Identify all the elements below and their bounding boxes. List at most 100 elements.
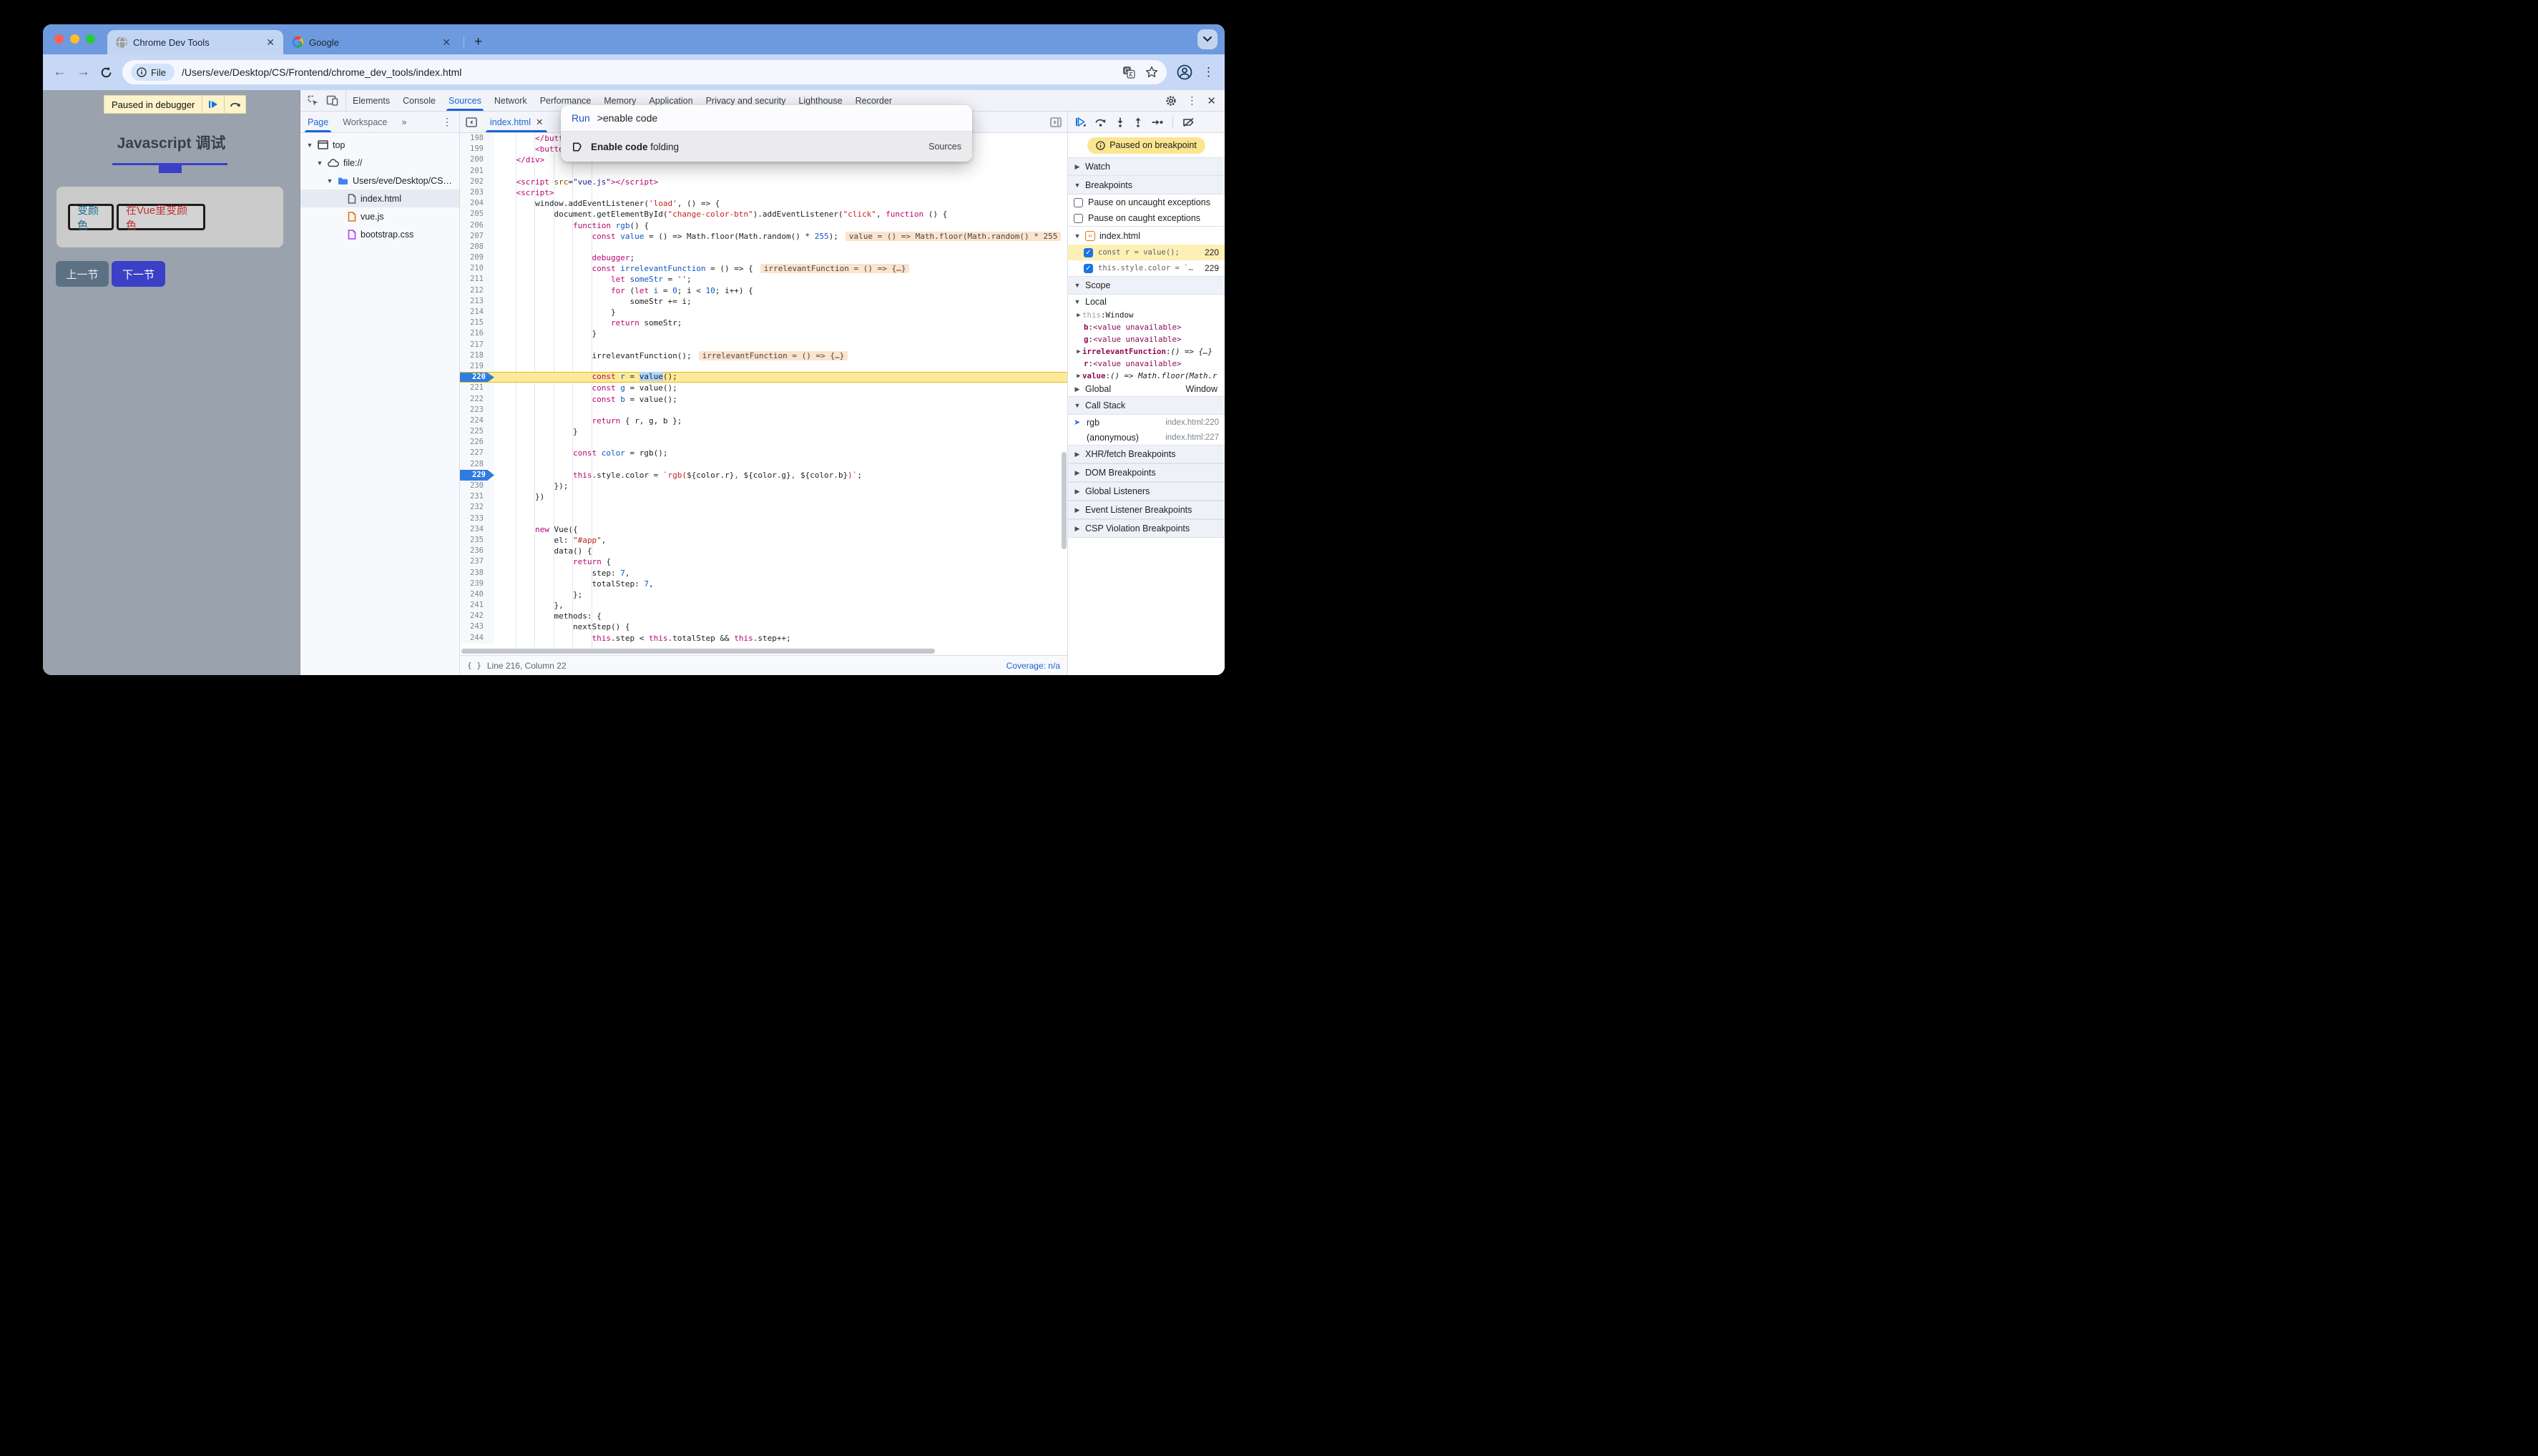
close-window-button[interactable] bbox=[54, 34, 64, 44]
tree-item-file-[interactable]: ▼ file:// bbox=[300, 154, 459, 172]
browser-tab-devtools[interactable]: Chrome Dev Tools ✕ bbox=[107, 30, 283, 54]
deactivate-breakpoints-icon[interactable] bbox=[1182, 117, 1195, 127]
call-stack-frame-anonymous[interactable]: (anonymous) index.html:227 bbox=[1068, 430, 1225, 445]
section-call-stack[interactable]: ▼ Call Stack bbox=[1068, 396, 1225, 415]
close-devtools-icon[interactable]: ✕ bbox=[1207, 94, 1216, 107]
code-line[interactable]: 222 const b = value(); bbox=[460, 393, 1067, 405]
call-stack-frame-rgb[interactable]: ➤ rgb index.html:220 bbox=[1068, 415, 1225, 430]
code-line[interactable]: 238 step: 7, bbox=[460, 567, 1067, 579]
breakpoint-entry-229[interactable]: ✓ this.style.color = `… 229 bbox=[1068, 260, 1225, 276]
command-input[interactable]: Run >enable code bbox=[561, 105, 972, 132]
minimize-window-button[interactable] bbox=[70, 34, 79, 44]
code-line[interactable]: 213 someStr += i; bbox=[460, 295, 1067, 307]
code-line[interactable]: 203 <script> bbox=[460, 187, 1067, 199]
breakpoint-file-group[interactable]: ▼ ‹› index.html bbox=[1068, 226, 1225, 245]
navigator-tab-workspace[interactable]: Workspace bbox=[335, 112, 394, 132]
scope-local-group[interactable]: ▼ Local bbox=[1068, 295, 1225, 309]
code-line[interactable]: 223 bbox=[460, 404, 1067, 415]
scope-global-group[interactable]: ▶ Global Window bbox=[1068, 382, 1225, 396]
pause-exception-checkbox-row-0[interactable]: Pause on uncaught exceptions bbox=[1068, 195, 1225, 210]
step-out-icon[interactable] bbox=[1134, 117, 1142, 127]
navigator-more-tabs-icon[interactable]: » bbox=[395, 112, 414, 132]
coverage-link[interactable]: Coverage: n/a bbox=[1006, 661, 1060, 671]
code-line[interactable]: 206 function rgb() { bbox=[460, 220, 1067, 231]
code-line[interactable]: 230}); bbox=[460, 481, 1067, 492]
code-line[interactable]: 233 bbox=[460, 513, 1067, 524]
forward-button[interactable]: → bbox=[77, 64, 90, 80]
resume-script-icon[interactable] bbox=[1075, 117, 1086, 127]
code-line[interactable]: 214} bbox=[460, 307, 1067, 318]
color-button-0[interactable]: 变颜色 bbox=[68, 204, 114, 232]
devtools-tab-elements[interactable]: Elements bbox=[346, 90, 396, 111]
section-xhr-fetch-breakpoints[interactable]: ▶ XHR/fetch Breakpoints bbox=[1068, 445, 1225, 463]
step-icon[interactable] bbox=[1152, 119, 1163, 126]
tab-search-button[interactable] bbox=[1197, 29, 1217, 49]
section-global-listeners[interactable]: ▶ Global Listeners bbox=[1068, 482, 1225, 501]
back-button[interactable]: ← bbox=[53, 64, 67, 80]
devtools-tab-console[interactable]: Console bbox=[396, 90, 442, 111]
editor-tab-index-html[interactable]: index.html ✕ bbox=[483, 112, 550, 132]
browser-menu-icon[interactable]: ⋮ bbox=[1202, 65, 1215, 79]
code-line[interactable]: 205 document.getElementById("change-color… bbox=[460, 209, 1067, 220]
code-line[interactable]: 243 nextStep() { bbox=[460, 621, 1067, 633]
section-watch[interactable]: ▶ Watch bbox=[1068, 157, 1225, 176]
code-line[interactable]: 240}; bbox=[460, 589, 1067, 601]
code-line[interactable]: 242 methods: { bbox=[460, 611, 1067, 622]
code-line[interactable]: 218 irrelevantFunction(); irrelevantFuncti… bbox=[460, 350, 1067, 361]
code-line[interactable]: 202 <script src="vue.js"></script> bbox=[460, 176, 1067, 187]
code-line[interactable]: 210 const irrelevantFunction = () => {irr… bbox=[460, 263, 1067, 275]
scope-variable-b[interactable]: b: <value unavailable> bbox=[1068, 321, 1225, 333]
maximize-window-button[interactable] bbox=[86, 34, 95, 44]
editor-vertical-scrollbar[interactable] bbox=[1062, 451, 1067, 550]
code-line[interactable]: 204 window.addEventListener('load', () =>… bbox=[460, 198, 1067, 210]
code-line[interactable]: 239 totalStep: 7, bbox=[460, 578, 1067, 589]
scope-variable-irrelevantFunction[interactable]: ▶ irrelevantFunction: () => {…} bbox=[1068, 345, 1225, 358]
code-line[interactable]: 225} bbox=[460, 426, 1067, 438]
code-line[interactable]: 208 bbox=[460, 241, 1067, 253]
translate-icon[interactable]: G bbox=[1122, 66, 1135, 79]
profile-avatar-icon[interactable] bbox=[1177, 64, 1192, 80]
scope-variable-r[interactable]: r: <value unavailable> bbox=[1068, 358, 1225, 370]
code-line[interactable]: 231}) bbox=[460, 491, 1067, 503]
scope-variable-value[interactable]: ▶ value: () => Math.floor(Math.r bbox=[1068, 370, 1225, 382]
breakpoint-entry-220[interactable]: ✓ const r = value(); 220 bbox=[1068, 245, 1225, 260]
section-breakpoints[interactable]: ▼ Breakpoints bbox=[1068, 176, 1225, 195]
tree-item-vue.js[interactable]: vue.js bbox=[300, 207, 459, 225]
scope-variable-g[interactable]: g: <value unavailable> bbox=[1068, 333, 1225, 345]
code-line[interactable]: 241}, bbox=[460, 600, 1067, 611]
code-line[interactable]: 209 debugger; bbox=[460, 252, 1067, 264]
section-scope[interactable]: ▼ Scope bbox=[1068, 276, 1225, 295]
color-button-1[interactable]: 在Vue里变颜色 bbox=[117, 204, 205, 232]
expand-sidebar-icon[interactable] bbox=[1050, 117, 1062, 127]
collapse-navigator-icon[interactable] bbox=[466, 117, 477, 127]
step-over-icon[interactable] bbox=[1095, 117, 1107, 127]
new-tab-button[interactable]: + bbox=[469, 34, 488, 50]
command-result-enable-code-folding[interactable]: Enable code folding Sources bbox=[561, 132, 972, 162]
code-line[interactable]: 232 bbox=[460, 502, 1067, 513]
code-line[interactable]: 237 return { bbox=[460, 556, 1067, 568]
tree-item-bootstrap.css[interactable]: bootstrap.css bbox=[300, 225, 459, 243]
navigator-tab-page[interactable]: Page bbox=[300, 112, 335, 132]
navigator-menu-icon[interactable]: ⋮ bbox=[442, 116, 459, 128]
devtools-tab-sources[interactable]: Sources bbox=[442, 90, 488, 111]
code-line[interactable]: 244 this.step < this.totalStep && this.st… bbox=[460, 632, 1067, 644]
close-tab-icon[interactable]: ✕ bbox=[442, 36, 451, 49]
code-line[interactable]: 228 bbox=[460, 458, 1067, 470]
code-area[interactable]: 198 </button> 199 <button 200 </div> 201 202 <sc… bbox=[460, 133, 1067, 647]
code-line[interactable]: 211 let someStr = ''; bbox=[460, 274, 1067, 285]
reload-button[interactable] bbox=[100, 67, 112, 79]
step-into-icon[interactable] bbox=[1116, 117, 1125, 127]
inspect-element-icon[interactable] bbox=[308, 95, 319, 107]
code-line[interactable]: 212 for (let i = 0; i < 10; i++) { bbox=[460, 285, 1067, 296]
scope-variable-this[interactable]: ▶ this: Window bbox=[1068, 309, 1225, 321]
tree-item-top[interactable]: ▼ top bbox=[300, 136, 459, 154]
nav-button-0[interactable]: 上一节 bbox=[56, 261, 109, 287]
code-line[interactable]: 216} bbox=[460, 328, 1067, 340]
url-bar[interactable]: File /Users/eve/Desktop/CS/Frontend/chro… bbox=[122, 60, 1167, 84]
code-line[interactable]: 227 const color = rgb(); bbox=[460, 448, 1067, 459]
code-line[interactable]: 221 const g = value(); bbox=[460, 383, 1067, 394]
devtools-tab-network[interactable]: Network bbox=[488, 90, 534, 111]
section-event-listener-breakpoints[interactable]: ▶ Event Listener Breakpoints bbox=[1068, 501, 1225, 519]
settings-gear-icon[interactable] bbox=[1165, 95, 1177, 107]
code-line[interactable]: 207 const value = () => Math.floor(Math.r… bbox=[460, 230, 1067, 242]
